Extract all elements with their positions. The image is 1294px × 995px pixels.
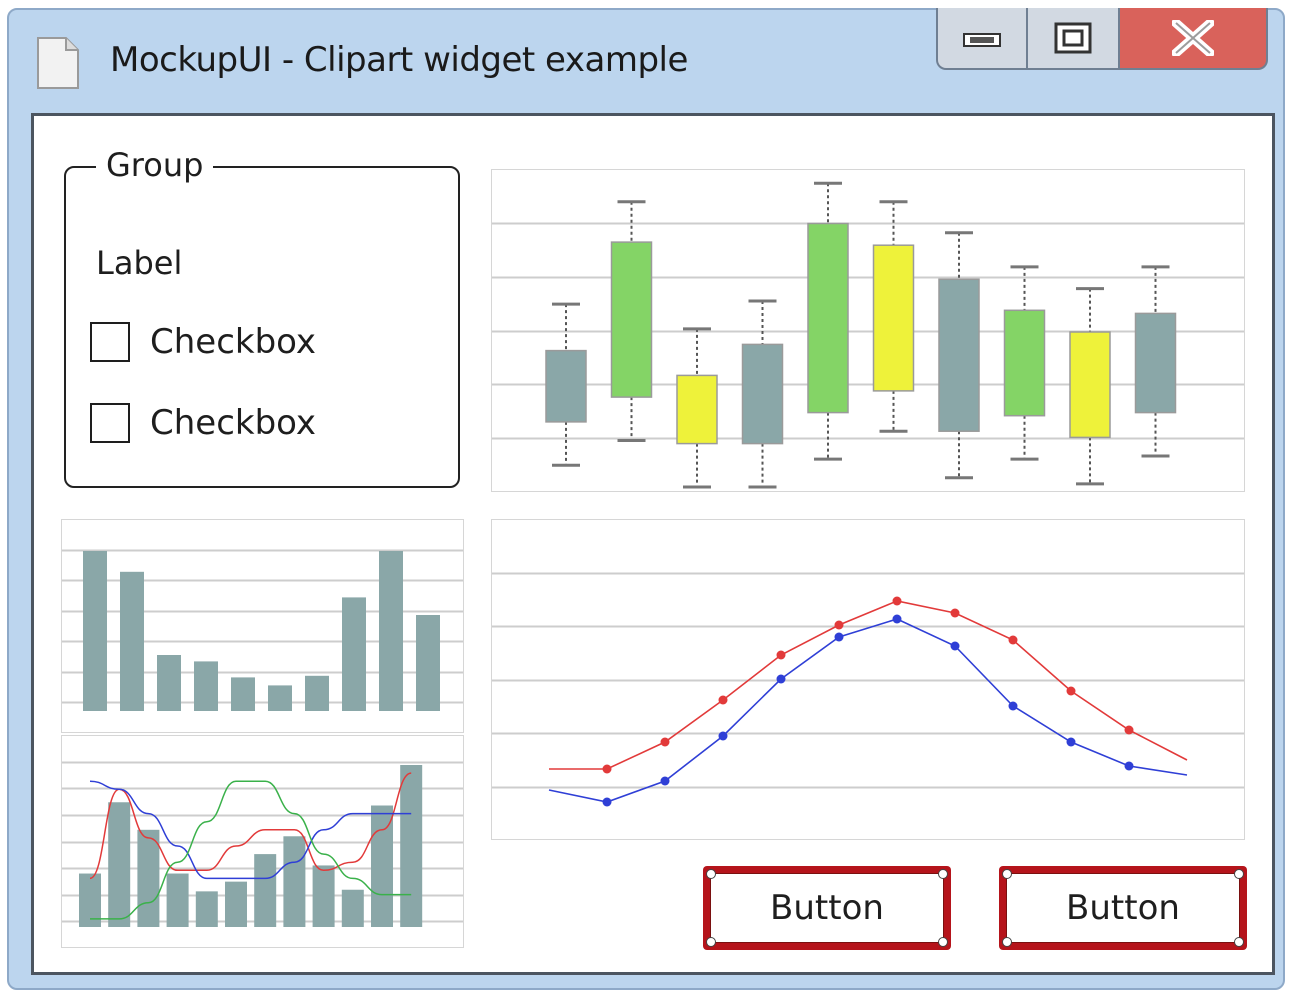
box — [1134, 312, 1177, 414]
checkbox-1[interactable]: Checkbox — [90, 322, 316, 362]
resize-handle — [938, 937, 948, 947]
data-point — [834, 632, 844, 642]
data-point — [1124, 761, 1134, 771]
box — [545, 349, 587, 423]
data-point — [892, 614, 902, 624]
group-title: Group — [96, 146, 214, 184]
data-point — [1124, 725, 1134, 735]
resize-handle — [938, 869, 948, 879]
checkbox-2-label: Checkbox — [150, 403, 317, 443]
window-controls — [936, 8, 1268, 72]
bar — [283, 836, 306, 927]
data-point — [602, 797, 612, 807]
box-plot-chart — [491, 169, 1245, 492]
box — [676, 374, 718, 445]
data-point — [776, 674, 786, 684]
bar — [379, 551, 403, 711]
checkbox-2-box[interactable] — [90, 403, 130, 443]
resize-handle — [1002, 937, 1012, 947]
button-2[interactable]: Button — [999, 866, 1247, 950]
close-icon — [1172, 20, 1214, 56]
button-2-label: Button — [1066, 888, 1180, 928]
document-icon — [37, 37, 79, 89]
checkbox-2[interactable]: Checkbox — [90, 403, 316, 443]
minimize-button[interactable] — [936, 8, 1028, 70]
box — [741, 343, 784, 445]
bar — [254, 854, 277, 927]
maximize-icon — [1054, 22, 1092, 54]
bar — [225, 881, 247, 927]
data-point — [660, 737, 670, 747]
checkbox-1-box[interactable] — [90, 322, 130, 362]
box — [872, 244, 915, 392]
resize-handle — [706, 937, 716, 947]
data-point — [718, 731, 728, 741]
bar — [268, 685, 292, 711]
data-point — [1066, 686, 1076, 696]
data-point — [1008, 635, 1018, 645]
resize-handle — [1002, 869, 1012, 879]
bar — [305, 675, 329, 711]
box — [938, 278, 980, 432]
resize-handle — [1234, 869, 1244, 879]
data-point — [950, 608, 960, 618]
window-title: MockupUI - Clipart widget example — [110, 40, 688, 80]
line-chart — [491, 519, 1245, 840]
box — [610, 241, 653, 398]
button-1[interactable]: Button — [703, 866, 951, 950]
resize-handle — [1234, 937, 1244, 947]
bar — [342, 597, 366, 711]
data-point — [660, 776, 670, 786]
bar — [400, 765, 423, 927]
data-point — [1008, 701, 1018, 711]
data-point — [834, 620, 844, 630]
bar — [83, 551, 107, 711]
bar — [157, 655, 181, 711]
data-point — [950, 641, 960, 651]
data-point — [602, 764, 612, 774]
label-text: Label — [96, 244, 183, 282]
bar — [341, 889, 364, 927]
resize-handle — [706, 869, 716, 879]
data-point — [892, 596, 902, 606]
close-button[interactable] — [1120, 8, 1268, 70]
bar-chart — [61, 519, 464, 733]
data-point — [718, 695, 728, 705]
bar — [120, 571, 144, 711]
data-point — [1066, 737, 1076, 747]
bar — [195, 891, 218, 927]
combo-chart — [61, 735, 464, 948]
button-1-label: Button — [770, 888, 884, 928]
checkbox-1-label: Checkbox — [150, 322, 317, 362]
minimize-icon — [963, 33, 1001, 47]
bar — [416, 615, 440, 711]
data-point — [776, 650, 786, 660]
bar — [166, 873, 189, 927]
bar — [137, 829, 160, 927]
maximize-button[interactable] — [1028, 8, 1120, 70]
bar — [231, 677, 255, 711]
bar — [194, 661, 218, 711]
bar — [312, 865, 335, 927]
bar — [108, 802, 131, 927]
box — [807, 222, 849, 414]
box — [1003, 309, 1046, 417]
box — [1069, 331, 1111, 439]
